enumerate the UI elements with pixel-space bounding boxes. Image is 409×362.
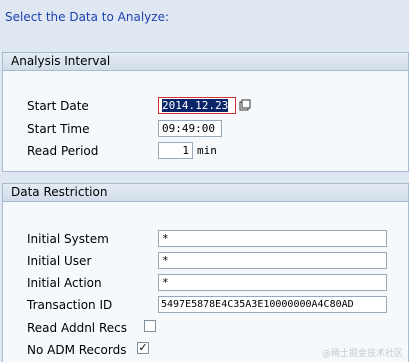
read-addnl-recs-row: Read Addnl Recs <box>3 318 408 338</box>
no-adm-records-check: ✓ <box>138 341 148 354</box>
no-adm-records-label: No ADM Records <box>27 343 127 357</box>
analysis-interval-title: Analysis Interval <box>3 53 408 71</box>
initial-user-value: * <box>162 254 169 267</box>
transaction-id-field[interactable]: 5497E5878E4C35A3E10000000A4C80AD <box>158 296 387 313</box>
calendar-icon[interactable] <box>239 99 251 111</box>
initial-user-row: Initial User * <box>3 251 408 271</box>
start-time-value: 09:49:00 <box>162 122 215 135</box>
initial-system-label: Initial System <box>27 232 109 246</box>
initial-action-label: Initial Action <box>27 276 102 290</box>
read-period-label: Read Period <box>27 144 99 158</box>
page-heading: Select the Data to Analyze: <box>5 10 169 24</box>
start-date-field[interactable]: 2014.12.23 <box>158 97 236 114</box>
initial-system-value: * <box>162 232 169 245</box>
start-date-value: 2014.12.23 <box>162 99 229 112</box>
initial-action-row: Initial Action * <box>3 273 408 293</box>
watermark: @稀土掘金技术社区 <box>321 349 403 359</box>
initial-system-field[interactable]: * <box>158 230 387 247</box>
initial-user-label: Initial User <box>27 254 92 268</box>
initial-action-field[interactable]: * <box>158 274 387 291</box>
initial-system-row: Initial System * <box>3 229 408 249</box>
initial-user-field[interactable]: * <box>158 252 387 269</box>
analysis-interval-group: Analysis Interval Start Date 2014.12.23 … <box>2 52 409 172</box>
read-period-field[interactable]: 1 <box>158 142 193 159</box>
start-time-field[interactable]: 09:49:00 <box>158 120 222 137</box>
data-restriction-title: Data Restriction <box>3 184 408 202</box>
read-addnl-recs-label: Read Addnl Recs <box>27 321 127 335</box>
transaction-id-value: 5497E5878E4C35A3E10000000A4C80AD <box>161 299 354 310</box>
transaction-id-label: Transaction ID <box>27 298 113 312</box>
read-period-unit: min <box>197 144 217 157</box>
transaction-id-row: Transaction ID 5497E5878E4C35A3E10000000… <box>3 295 408 315</box>
start-date-label: Start Date <box>27 99 89 113</box>
no-adm-records-checkbox[interactable]: ✓ <box>137 342 149 354</box>
read-period-value: 1 <box>182 144 189 157</box>
start-time-label: Start Time <box>27 122 90 136</box>
data-restriction-group: Data Restriction Initial System * Initia… <box>2 183 409 362</box>
read-addnl-recs-checkbox[interactable] <box>144 320 156 332</box>
start-date-row: Start Date 2014.12.23 <box>3 96 408 116</box>
initial-action-value: * <box>162 276 169 289</box>
read-period-row: Read Period 1 min <box>3 141 408 161</box>
start-time-row: Start Time 09:49:00 <box>3 119 408 139</box>
